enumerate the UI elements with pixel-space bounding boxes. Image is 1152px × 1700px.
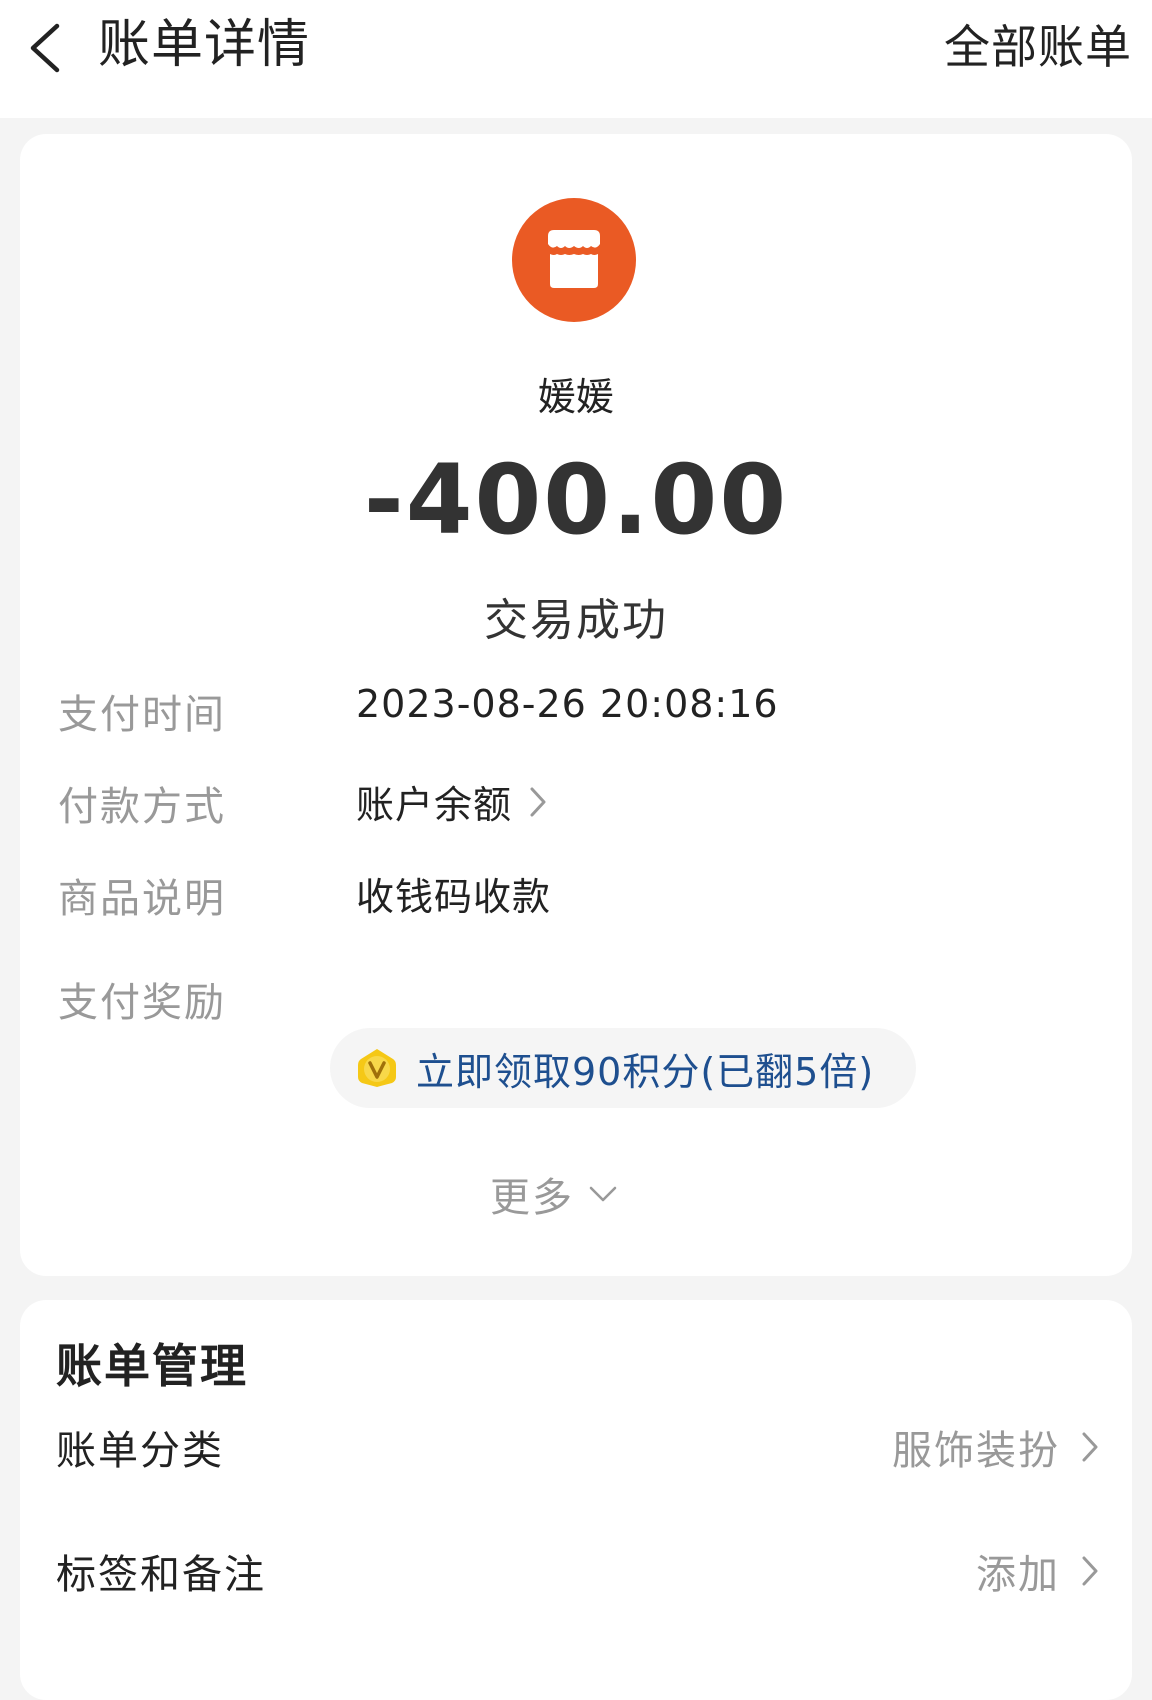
chevron-right-icon [1082,1556,1098,1586]
reward-text: 立即领取90积分(已翻5倍) [416,1049,875,1094]
page-title: 账单详情 [98,15,311,75]
tags-notes-value: 添加 [976,1552,1060,1598]
reward-claim-button[interactable]: 立即领取90积分(已翻5倍) [330,1028,916,1108]
bill-category-value-wrap: 服饰装扮 [892,1418,1100,1476]
chevron-right-icon [530,787,546,816]
reward-label: 支付奖励 [58,980,226,1026]
back-arrow-icon [30,23,60,73]
transaction-status: 交易成功 [484,595,668,646]
transaction-amount: -400.00 [363,444,789,556]
more-label: 更多 [490,1175,574,1221]
product-label: 商品说明 [58,876,226,922]
all-bills-link[interactable]: 全部账单 [944,12,1132,82]
bill-category-row[interactable]: 账单分类 服饰装扮 [20,1400,1132,1490]
points-coin-icon [358,1049,396,1087]
bill-manage-card: 账单管理 账单分类 服饰装扮 标签和备注 添加 [20,1300,1132,1700]
pay-time-label: 支付时间 [58,692,226,738]
pay-method-value: 账户余额 [356,783,513,827]
product-value: 收钱码收款 [356,875,552,919]
pay-method-label: 付款方式 [58,784,226,830]
pay-time-value: 2023-08-26 20:08:16 [356,682,779,726]
transaction-card: 媛媛 -400.00 交易成功 支付时间 2023-08-26 20:08:16… [20,134,1132,1276]
chevron-down-icon [589,1186,617,1202]
pay-method-link[interactable]: 账户余额 [356,774,548,829]
more-button[interactable]: 更多 [490,1164,618,1224]
shop-storefront-icon [512,198,636,322]
top-bar: 账单详情 全部账单 [0,0,1152,118]
tags-notes-label: 标签和备注 [56,1552,266,1598]
tags-notes-value-wrap: 添加 [976,1542,1100,1600]
counterparty-name: 媛媛 [537,375,614,419]
tags-notes-row[interactable]: 标签和备注 添加 [20,1524,1132,1614]
back-button[interactable] [10,8,80,88]
bill-category-label: 账单分类 [56,1428,224,1474]
manage-title: 账单管理 [56,1339,248,1393]
chevron-right-icon [1082,1432,1098,1462]
bill-category-value: 服饰装扮 [892,1428,1060,1474]
